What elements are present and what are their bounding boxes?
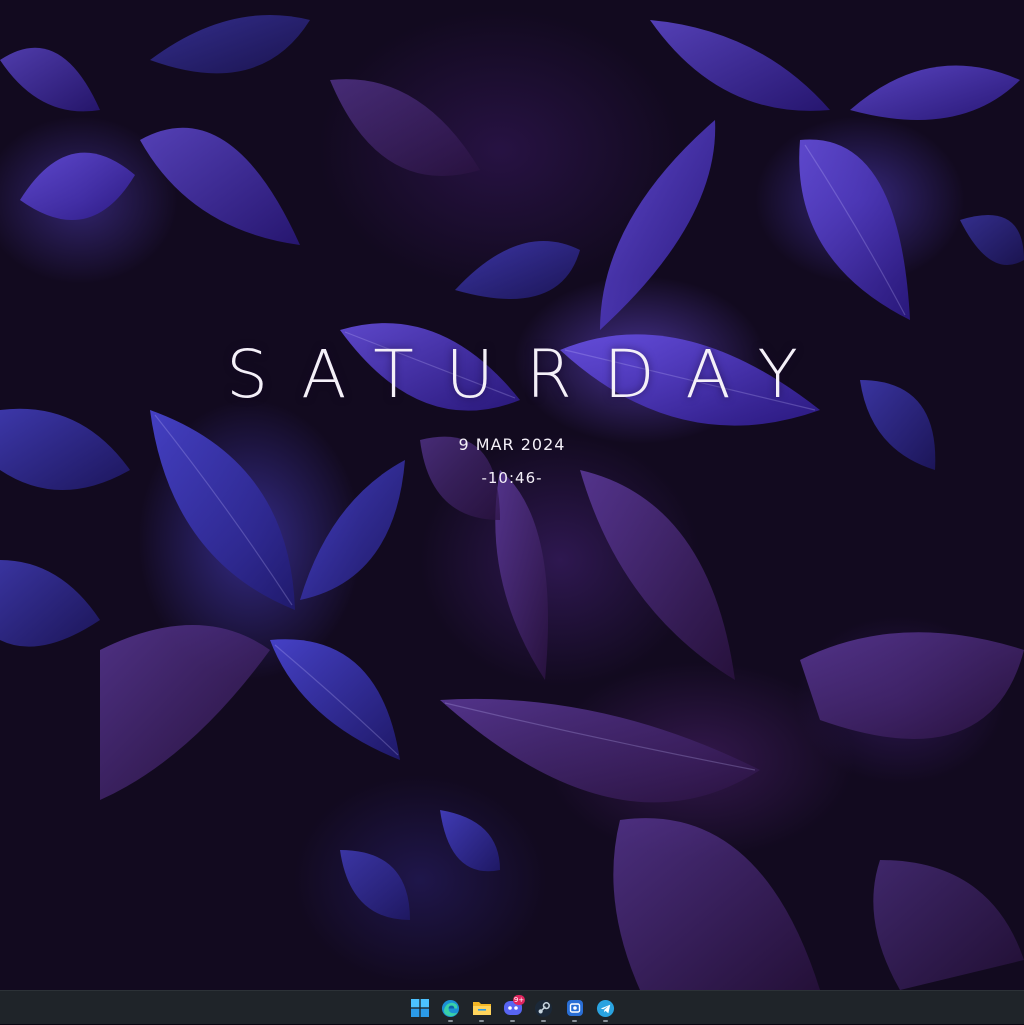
taskbar-item-screen-capture[interactable]	[559, 992, 590, 1024]
time-text: -10:46-	[481, 469, 543, 487]
folder-icon	[472, 1001, 491, 1015]
capture-icon	[566, 1000, 583, 1016]
taskbar-item-file-explorer[interactable]	[466, 992, 497, 1024]
telegram-icon	[596, 999, 615, 1017]
taskbar-item-telegram[interactable]	[590, 992, 621, 1024]
date-text: 9 MAR 2024	[458, 435, 566, 454]
edge-icon	[441, 999, 460, 1017]
taskbar: 9+	[0, 990, 1024, 1024]
running-indicator	[510, 1020, 515, 1022]
taskbar-item-edge[interactable]	[435, 992, 466, 1024]
day-name: SATURDAY	[226, 336, 830, 413]
start-button[interactable]	[404, 992, 435, 1024]
clock-widget: SATURDAY 9 MAR 2024 -10:46-	[0, 330, 1024, 488]
running-indicator	[541, 1020, 546, 1022]
steam-icon	[534, 999, 553, 1017]
running-indicator	[479, 1020, 484, 1022]
notification-badge: 9+	[513, 995, 525, 1005]
running-indicator	[448, 1020, 453, 1022]
running-indicator	[572, 1020, 577, 1022]
wallpaper-leaves	[0, 15, 1024, 990]
taskbar-apps: 9+	[404, 991, 621, 1025]
taskbar-item-discord[interactable]: 9+	[497, 992, 528, 1024]
windows-logo-icon	[410, 999, 429, 1017]
desktop: SATURDAY 9 MAR 2024 -10:46-	[0, 0, 1024, 990]
taskbar-item-steam[interactable]	[528, 992, 559, 1024]
running-indicator	[603, 1020, 608, 1022]
